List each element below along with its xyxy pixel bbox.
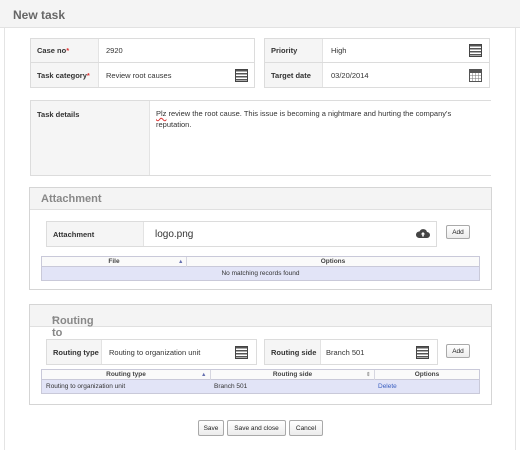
list-picker-icon[interactable] [235,69,248,82]
frame-border-left [4,28,5,450]
cell-routing-type: Routing to organization unit [46,383,126,390]
sort-asc-icon: ▲ [178,259,184,265]
calendar-icon[interactable] [469,69,482,82]
required-mark: * [66,46,70,55]
routing-side-label: Routing side [265,340,321,364]
add-routing-button[interactable]: Add [446,344,470,358]
frame-border-right [515,28,516,450]
window-title-bar: New task [0,0,520,28]
routing-type-label: Routing type [47,340,102,364]
priority-input[interactable]: High [331,39,451,62]
routing-section-header: Routing to * [30,305,491,339]
column-header-options: Options [320,258,346,265]
priority-label: Priority [265,39,323,62]
routing-type-input[interactable]: Routing to organization unit [109,340,229,364]
task-category-label: Task category * [31,63,99,87]
attachment-grid-empty-row: No matching records found [42,267,479,280]
attachment-section-header: Attachment [30,188,491,210]
table-row: Routing to organization unit Branch 501 … [42,380,479,393]
case-no-input[interactable]: 2920 [106,39,246,62]
routing-grid: Routing type ▲ Routing side ⇕ Options Ro… [41,369,480,394]
add-attachment-button[interactable]: Add [446,225,470,239]
save-button[interactable]: Save [198,420,224,436]
empty-message: No matching records found [221,270,300,277]
attachment-section-title: Attachment [41,193,102,205]
task-details-text: review the root cause. This issue is bec… [156,109,452,129]
attachment-field: Attachment logo.png [46,221,437,247]
column-header-options: Options [414,371,440,378]
priority-field: Priority High [264,38,490,63]
list-picker-icon[interactable] [416,346,429,359]
case-no-field: Case no * 2920 [30,38,255,63]
task-category-input[interactable]: Review root causes [106,63,226,87]
cancel-button[interactable]: Cancel [289,420,323,436]
sort-asc-icon: ▲ [201,372,207,378]
cloud-upload-icon[interactable] [416,229,430,238]
routing-type-field: Routing type Routing to organization uni… [46,339,257,365]
delete-link[interactable]: Delete [378,380,438,393]
save-and-close-button[interactable]: Save and close [227,420,286,436]
sort-icon: ⇕ [366,372,371,378]
column-header-routing-type[interactable]: Routing type ▲ [42,370,211,380]
task-category-field: Task category * Review root causes [30,62,255,88]
routing-side-field: Routing side Branch 501 [264,339,438,365]
attachment-grid: File ▲ Options No matching records found [41,256,480,281]
target-date-input[interactable]: 03/20/2014 [331,63,451,87]
attachment-label: Attachment [47,222,144,246]
routing-grid-header: Routing type ▲ Routing side ⇕ Options [42,370,479,380]
required-mark: * [52,315,56,324]
column-header-routing-side[interactable]: Routing side ⇕ [211,370,375,380]
page-title: New task [13,8,66,22]
task-details-label: Task details [37,110,80,119]
target-date-label: Target date [265,63,323,87]
task-details-textarea[interactable]: Plz review the root cause. This issue is… [149,101,491,175]
list-picker-icon[interactable] [235,346,248,359]
task-details-field: Task details Plz review the root cause. … [30,100,491,176]
target-date-field: Target date 03/20/2014 [264,62,490,88]
case-no-label: Case no * [31,39,99,62]
attachment-file-input[interactable]: logo.png [155,222,355,246]
column-header-file[interactable]: File ▲ [42,257,187,267]
routing-side-input[interactable]: Branch 501 [326,340,406,364]
misspelled-word: Plz [156,109,167,118]
attachment-grid-header: File ▲ Options [42,257,479,267]
cell-routing-side: Branch 501 [214,383,248,390]
list-picker-icon[interactable] [469,44,482,57]
required-mark: * [86,70,90,80]
